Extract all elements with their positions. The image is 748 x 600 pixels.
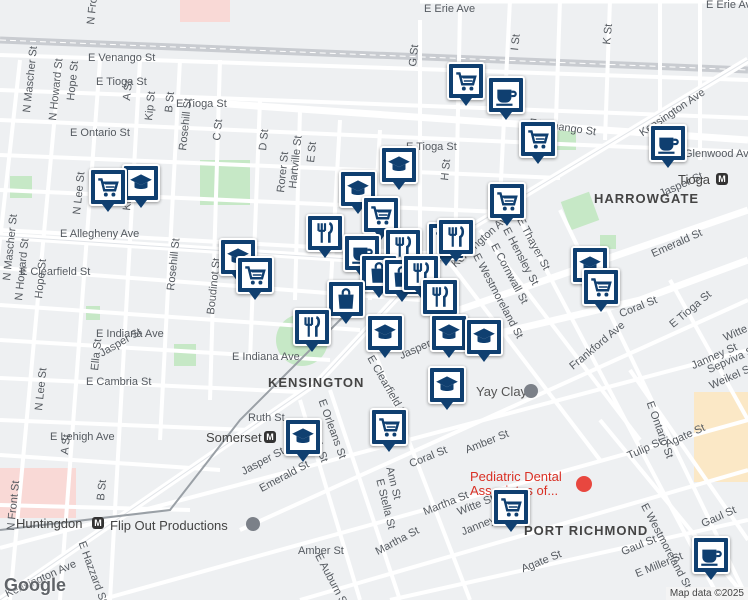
subway-icon[interactable]: M (264, 431, 276, 443)
station-label-huntingdon[interactable]: Huntingdon (16, 516, 83, 531)
place-label-yay-clay[interactable]: Yay Clay (476, 384, 527, 399)
school-pin[interactable] (465, 318, 503, 362)
school-pin[interactable] (428, 366, 466, 410)
coffee-cup-icon (655, 130, 681, 156)
grocery-cart-icon (95, 174, 121, 200)
street-label-glenwood: Glenwood Ave (684, 148, 748, 160)
street-label-i: I St (509, 33, 523, 52)
grocery-pin[interactable] (236, 256, 274, 300)
grocery-cart-icon (494, 188, 520, 214)
street-label-clearfield: E Clearfield St (20, 266, 91, 278)
street-label-c: C St (211, 118, 226, 142)
school-pin[interactable] (284, 418, 322, 462)
map-data-attribution[interactable]: Map data ©2025 (665, 587, 748, 600)
medical-pin-icon[interactable] (576, 476, 592, 492)
place-pin-icon[interactable] (246, 517, 260, 531)
station-label-somerset[interactable]: Somerset (206, 430, 262, 445)
coffee-cup-icon (493, 82, 519, 108)
map-base (0, 0, 748, 600)
coffee-cup-icon (698, 542, 724, 568)
street-label-indiana-2: E Indiana Ave (232, 351, 300, 363)
restaurant-icon (427, 284, 453, 310)
shopping-bag-icon (333, 286, 359, 312)
restaurant-pin[interactable] (421, 278, 459, 322)
area-label-kensington: KENSINGTON (268, 375, 365, 390)
cafe-pin[interactable] (649, 124, 687, 168)
area-label-port-richmond: PORT RICHMOND (524, 523, 649, 538)
school-icon (290, 424, 316, 450)
school-pin[interactable] (122, 164, 160, 208)
grocery-pin[interactable] (89, 168, 127, 212)
street-label-ontario: E Ontario St (70, 127, 130, 139)
street-label-k: K St (601, 23, 616, 46)
restaurant-pin[interactable] (437, 218, 475, 262)
grocery-cart-icon (588, 274, 614, 300)
school-icon (386, 152, 412, 178)
school-icon (434, 372, 460, 398)
place-pin-icon[interactable] (524, 384, 538, 398)
restaurant-pin[interactable] (306, 214, 344, 258)
map-canvas[interactable]: E Erie Ave E Erie Ave E Venango St E Tio… (0, 0, 748, 600)
street-label-d: D St (257, 128, 272, 152)
grocery-cart-icon (525, 126, 551, 152)
grocery-cart-icon (498, 494, 524, 520)
street-label-a: A St (121, 79, 136, 102)
subway-icon[interactable]: M (92, 517, 104, 529)
street-label-allegheny: E Allegheny Ave (60, 228, 140, 240)
school-icon (128, 170, 154, 196)
school-icon (471, 324, 497, 350)
grocery-pin[interactable] (519, 120, 557, 164)
street-label-cambria: E Cambria St (86, 376, 152, 388)
grocery-pin[interactable] (492, 488, 530, 532)
street-label-h: H St (439, 158, 454, 182)
school-icon (372, 320, 398, 346)
grocery-cart-icon (368, 202, 394, 228)
street-label-e: E St (305, 141, 320, 164)
grocery-pin[interactable] (447, 62, 485, 106)
street-label-venango: E Venango St (88, 52, 156, 64)
restaurant-pin[interactable] (293, 308, 331, 352)
school-pin[interactable] (366, 314, 404, 358)
subway-icon[interactable]: M (716, 173, 728, 185)
google-logo: Google (4, 575, 66, 595)
school-pin[interactable] (380, 146, 418, 190)
grocery-cart-icon (376, 414, 402, 440)
station-label-tioga[interactable]: Tioga (678, 172, 710, 187)
cafe-pin[interactable] (487, 76, 525, 120)
restaurant-icon (312, 220, 338, 246)
grocery-cart-icon (453, 68, 479, 94)
street-label-erie-2: E Erie Ave (706, 0, 748, 11)
cafe-pin[interactable] (692, 536, 730, 580)
area-label-harrowgate: HARROWGATE (594, 191, 700, 206)
street-label-b: B St (163, 91, 178, 114)
grocery-cart-icon (242, 262, 268, 288)
street-label-ruth: Ruth St (248, 412, 285, 424)
street-label-a-2: A St (59, 433, 74, 456)
school-icon (436, 320, 462, 346)
grocery-pin[interactable] (370, 408, 408, 452)
restaurant-icon (299, 314, 325, 340)
shopping-pin[interactable] (327, 280, 365, 324)
grocery-pin[interactable] (488, 182, 526, 226)
grocery-pin[interactable] (582, 268, 620, 312)
school-pin[interactable] (430, 314, 468, 358)
place-label-flip-out[interactable]: Flip Out Productions (110, 518, 228, 533)
street-label-b-2: B St (95, 479, 110, 502)
street-label-g: G St (407, 44, 422, 68)
restaurant-icon (443, 224, 469, 250)
street-label-erie: E Erie Ave (424, 3, 476, 15)
